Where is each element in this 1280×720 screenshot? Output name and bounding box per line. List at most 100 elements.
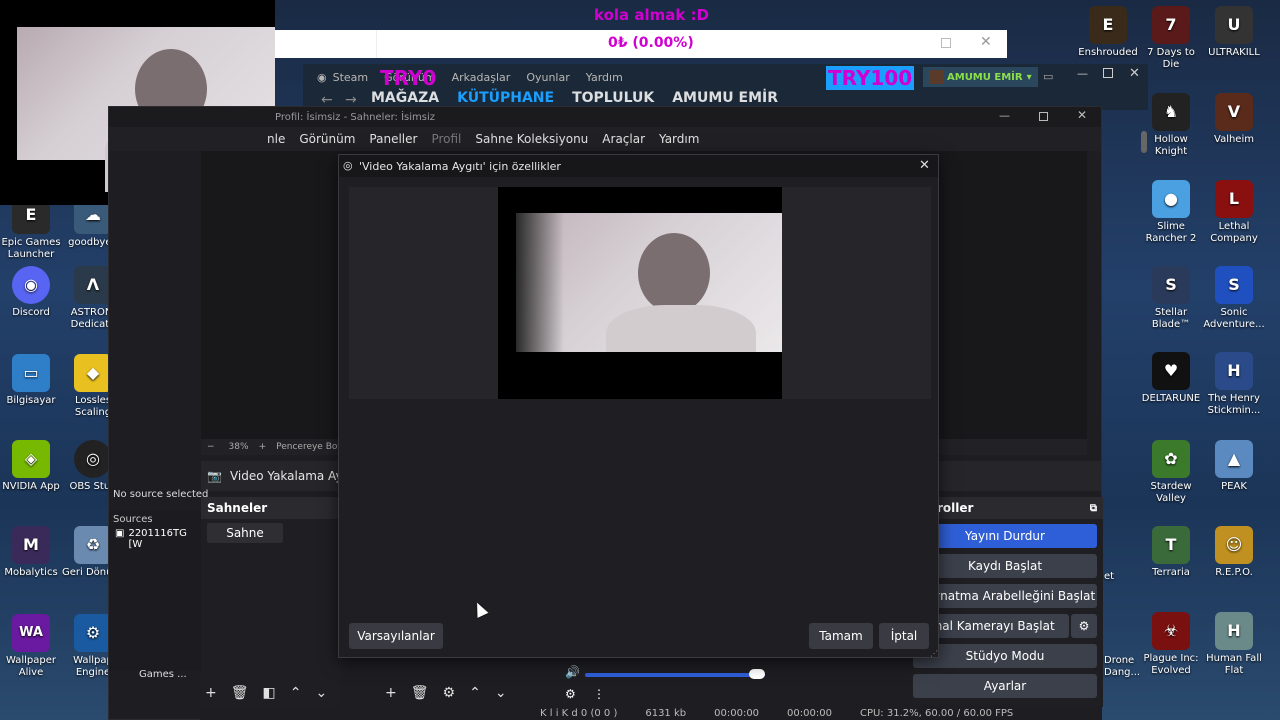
remove-source-icon[interactable]: 🗑 — [411, 685, 429, 701]
status-bitrate: 6131 kb — [645, 707, 687, 719]
start-record-button[interactable]: Kaydı Başlat — [913, 554, 1097, 578]
desktop-icon-enshrouded[interactable]: E Enshrouded — [1077, 6, 1139, 59]
donation-message: kola almak :D — [594, 6, 710, 24]
filter-icon[interactable]: ◧ — [263, 685, 276, 701]
desktop-partial-label-et: et — [1104, 571, 1115, 582]
source-item-label: 2201116TG [W — [128, 528, 187, 550]
desktop-icon-slime-rancher[interactable]: ● Slime Rancher 2 — [1140, 180, 1202, 245]
desktop-icon-nvidia[interactable]: ◈ NVIDIA App — [0, 440, 62, 493]
move-up-icon[interactable]: ⌃ — [290, 685, 302, 701]
replay-buffer-button[interactable]: r Oynatma Arabelleğini Başlat — [913, 584, 1097, 608]
heart-icon: ♥ — [1152, 352, 1190, 390]
mixer-menu-icon[interactable]: ⋮ — [593, 687, 605, 701]
obs-preview-scrollbar[interactable] — [1141, 131, 1147, 153]
add-source-icon[interactable]: + — [385, 685, 397, 701]
steam-nav-profile[interactable]: AMUMU EMİR — [672, 90, 778, 106]
obs-menu-view[interactable]: Görünüm — [299, 132, 355, 146]
steam-menu-brand[interactable]: Steam — [333, 71, 369, 84]
obs-window-title: Profil: İsimsiz - Sahneler: İsimsiz — [275, 111, 436, 123]
steam-minimize-icon[interactable]: — — [1077, 67, 1088, 80]
scene-item-sahne[interactable]: Sahne — [207, 523, 283, 543]
cancel-button[interactable]: İptal — [879, 623, 929, 649]
obs-minimize-icon[interactable]: — — [999, 109, 1010, 122]
desktop-icon-ultrakill[interactable]: U ULTRAKILL — [1203, 6, 1265, 59]
source-up-icon[interactable]: ⌃ — [469, 685, 481, 701]
sources-toolbar: + 🗑 ⚙ ⌃ ⌄ — [385, 685, 507, 701]
desktop-icon-wallpaper-alive[interactable]: WA Wallpaper Alive — [0, 614, 62, 679]
maximize-icon[interactable] — [941, 38, 951, 48]
undock-icon[interactable]: ⧉ — [1090, 503, 1097, 514]
steam-maximize-icon[interactable] — [1103, 68, 1113, 78]
dialog-person-head — [638, 233, 710, 313]
zoom-fit-label[interactable]: Pencereye Boy — [276, 442, 343, 452]
obs-menu-file[interactable]: nle — [267, 132, 285, 146]
dialog-close-icon[interactable]: ✕ — [919, 158, 930, 173]
enshrouded-icon: E — [1089, 6, 1127, 44]
steam-nav-library[interactable]: KÜTÜPHANE — [457, 90, 554, 106]
volume-slider-handle[interactable] — [749, 669, 765, 679]
obs-menu-tools[interactable]: Araçlar — [602, 132, 645, 146]
gear-icon[interactable]: ⚙ — [443, 685, 456, 701]
steam-menu-games[interactable]: Oyunlar — [526, 71, 569, 84]
desktop-icon-7dtd[interactable]: 77 Days to Die — [1140, 6, 1202, 71]
move-down-icon[interactable]: ⌄ — [315, 685, 327, 701]
steam-nav-store[interactable]: MAĞAZA — [371, 90, 439, 106]
status-dropped-frames: K l i K d 0 (0 0 ) — [540, 707, 618, 719]
add-scene-icon[interactable]: + — [205, 685, 217, 701]
desktop-icon-epic[interactable]: E Epic Games Launcher — [0, 196, 62, 261]
ok-button[interactable]: Tamam — [809, 623, 873, 649]
zoom-out-icon[interactable]: − — [207, 442, 215, 452]
steam-menu-help[interactable]: Yardım — [586, 71, 623, 84]
scenes-dock: Sahneler Sahne — [201, 497, 341, 707]
desktop-icon-terraria[interactable]: T Terraria — [1140, 526, 1202, 579]
obs-menu-profile[interactable]: Profil — [431, 132, 461, 146]
settings-button[interactable]: Ayarlar — [913, 674, 1097, 698]
volume-slider[interactable] — [585, 673, 765, 677]
desktop-icon-sonic[interactable]: S Sonic Adventure... — [1203, 266, 1265, 331]
desktop-icon-computer[interactable]: ▭ Bilgisayar — [0, 354, 62, 407]
steam-username: AMUMU EMİR — [947, 71, 1023, 83]
camera-small-icon: ▣ — [115, 528, 125, 539]
desktop-icon-human-fall-flat[interactable]: H Human Fall Flat — [1203, 612, 1265, 677]
status-record-time: 00:00:00 — [787, 707, 832, 719]
repo-icon: ☺ — [1215, 526, 1253, 564]
steam-close-icon[interactable]: ✕ — [1129, 66, 1140, 81]
virtual-camera-settings-icon[interactable]: ⚙ — [1071, 614, 1097, 638]
volume-icon[interactable]: 🔊 — [565, 665, 580, 679]
defaults-button[interactable]: Varsayılanlar — [349, 623, 443, 649]
desktop-icon-lethal-company[interactable]: L Lethal Company — [1203, 180, 1265, 245]
desktop-icon-stellar-blade[interactable]: S Stellar Blade™ — [1140, 266, 1202, 331]
scenes-header: Sahneler — [201, 497, 341, 519]
desktop-icon-plague-inc[interactable]: ☣ Plague Inc: Evolved — [1140, 612, 1202, 677]
close-icon[interactable]: ✕ — [980, 34, 992, 50]
steam-display-icon[interactable]: ▭ — [1043, 70, 1053, 83]
partial-dock-label: Games ... — [139, 669, 187, 680]
mixer-settings-icon[interactable]: ⚙ — [565, 687, 576, 701]
obs-menu-help[interactable]: Yardım — [659, 132, 699, 146]
desktop-icon-repo[interactable]: ☺ R.E.P.O. — [1203, 526, 1265, 579]
resize-grip-icon[interactable]: ⋰ — [930, 649, 938, 658]
source-down-icon[interactable]: ⌄ — [495, 685, 507, 701]
desktop-icon-discord[interactable]: ◉ Discord — [0, 266, 62, 319]
desktop-icon-peak[interactable]: ▲ PEAK — [1203, 440, 1265, 493]
desktop-icon-hollow-knight[interactable]: ♞ Hollow Knight — [1140, 93, 1202, 158]
desktop-icon-deltarune[interactable]: ♥ DELTARUNE — [1140, 352, 1202, 405]
obs-menu-docks[interactable]: Paneller — [369, 132, 417, 146]
obs-close-icon[interactable]: ✕ — [1077, 108, 1087, 122]
obs-maximize-icon[interactable] — [1039, 112, 1048, 121]
dialog-person-body — [606, 305, 756, 352]
stop-stream-button[interactable]: Yayını Durdur — [913, 524, 1097, 548]
remove-scene-icon[interactable]: 🗑 — [231, 685, 249, 701]
steam-user-button[interactable]: AMUMU EMİR ▾ — [923, 67, 1038, 87]
desktop-icon-valheim[interactable]: V Valheim — [1203, 93, 1265, 146]
zoom-in-icon[interactable]: + — [259, 442, 267, 452]
steam-menu-friends[interactable]: Arkadaşlar — [452, 71, 511, 84]
desktop-icon-stardew[interactable]: ✿ Stardew Valley — [1140, 440, 1202, 505]
studio-mode-button[interactable]: Stüdyo Modu — [913, 644, 1097, 668]
hollow-knight-icon: ♞ — [1152, 93, 1190, 131]
source-item[interactable]: ▣ 2201116TG [W — [109, 528, 201, 550]
steam-nav-community[interactable]: TOPLULUK — [572, 90, 654, 106]
desktop-icon-henry-stickmin[interactable]: H The Henry Stickmin... — [1203, 352, 1265, 417]
obs-menu-scene-collection[interactable]: Sahne Koleksiyonu — [475, 132, 588, 146]
desktop-icon-mobalytics[interactable]: M Mobalytics — [0, 526, 62, 579]
